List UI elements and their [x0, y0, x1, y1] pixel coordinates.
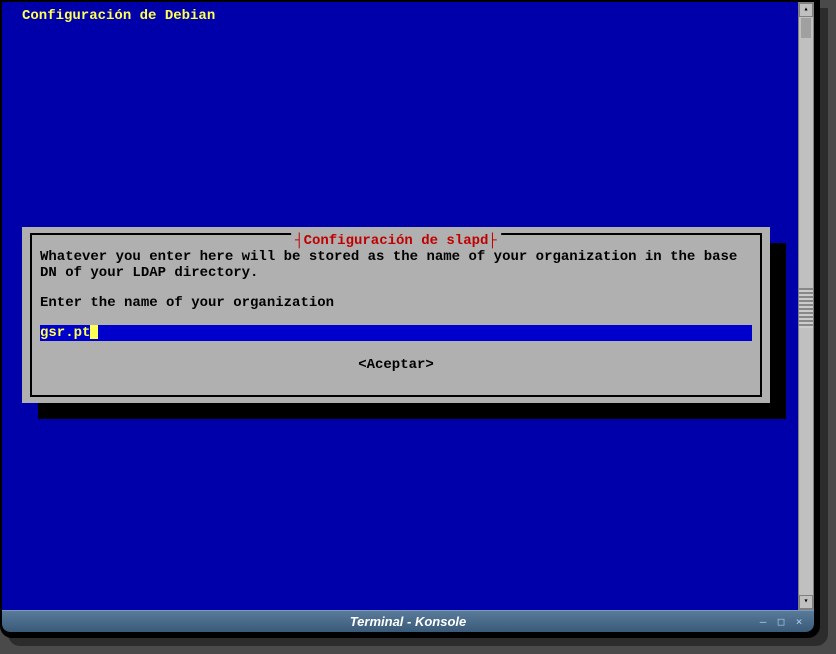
accept-button[interactable]: <Aceptar>: [358, 357, 434, 373]
scroll-down-arrow[interactable]: ▾: [799, 595, 813, 609]
text-cursor: [90, 325, 98, 339]
page-title: Configuración de Debian: [22, 8, 215, 24]
maximize-button[interactable]: □: [774, 615, 788, 629]
window-controls: – □ ×: [756, 615, 806, 629]
minimize-button[interactable]: –: [756, 615, 770, 629]
scroll-up-arrow[interactable]: ▴: [799, 3, 813, 17]
organization-input[interactable]: gsr.pt: [40, 325, 752, 341]
window-frame: Configuración de Debian ┤Configuración d…: [0, 0, 820, 638]
terminal-window: Configuración de Debian ┤Configuración d…: [0, 0, 816, 634]
dialog-box: ┤Configuración de slapd├ Whatever you en…: [22, 227, 770, 403]
window-title: Terminal - Konsole: [350, 614, 467, 629]
terminal-content: Configuración de Debian ┤Configuración d…: [2, 2, 798, 610]
dialog-description: Whatever you enter here will be stored a…: [40, 249, 752, 281]
scroll-thumb[interactable]: [801, 18, 811, 38]
window-titlebar: Terminal - Konsole – □ ×: [2, 610, 814, 632]
scroll-grip: [799, 288, 813, 328]
close-button[interactable]: ×: [792, 615, 806, 629]
vertical-scrollbar[interactable]: ▴ ▾: [798, 2, 814, 610]
dialog-prompt: Enter the name of your organization: [40, 295, 334, 311]
dialog-title: ┤Configuración de slapd├: [291, 233, 501, 249]
